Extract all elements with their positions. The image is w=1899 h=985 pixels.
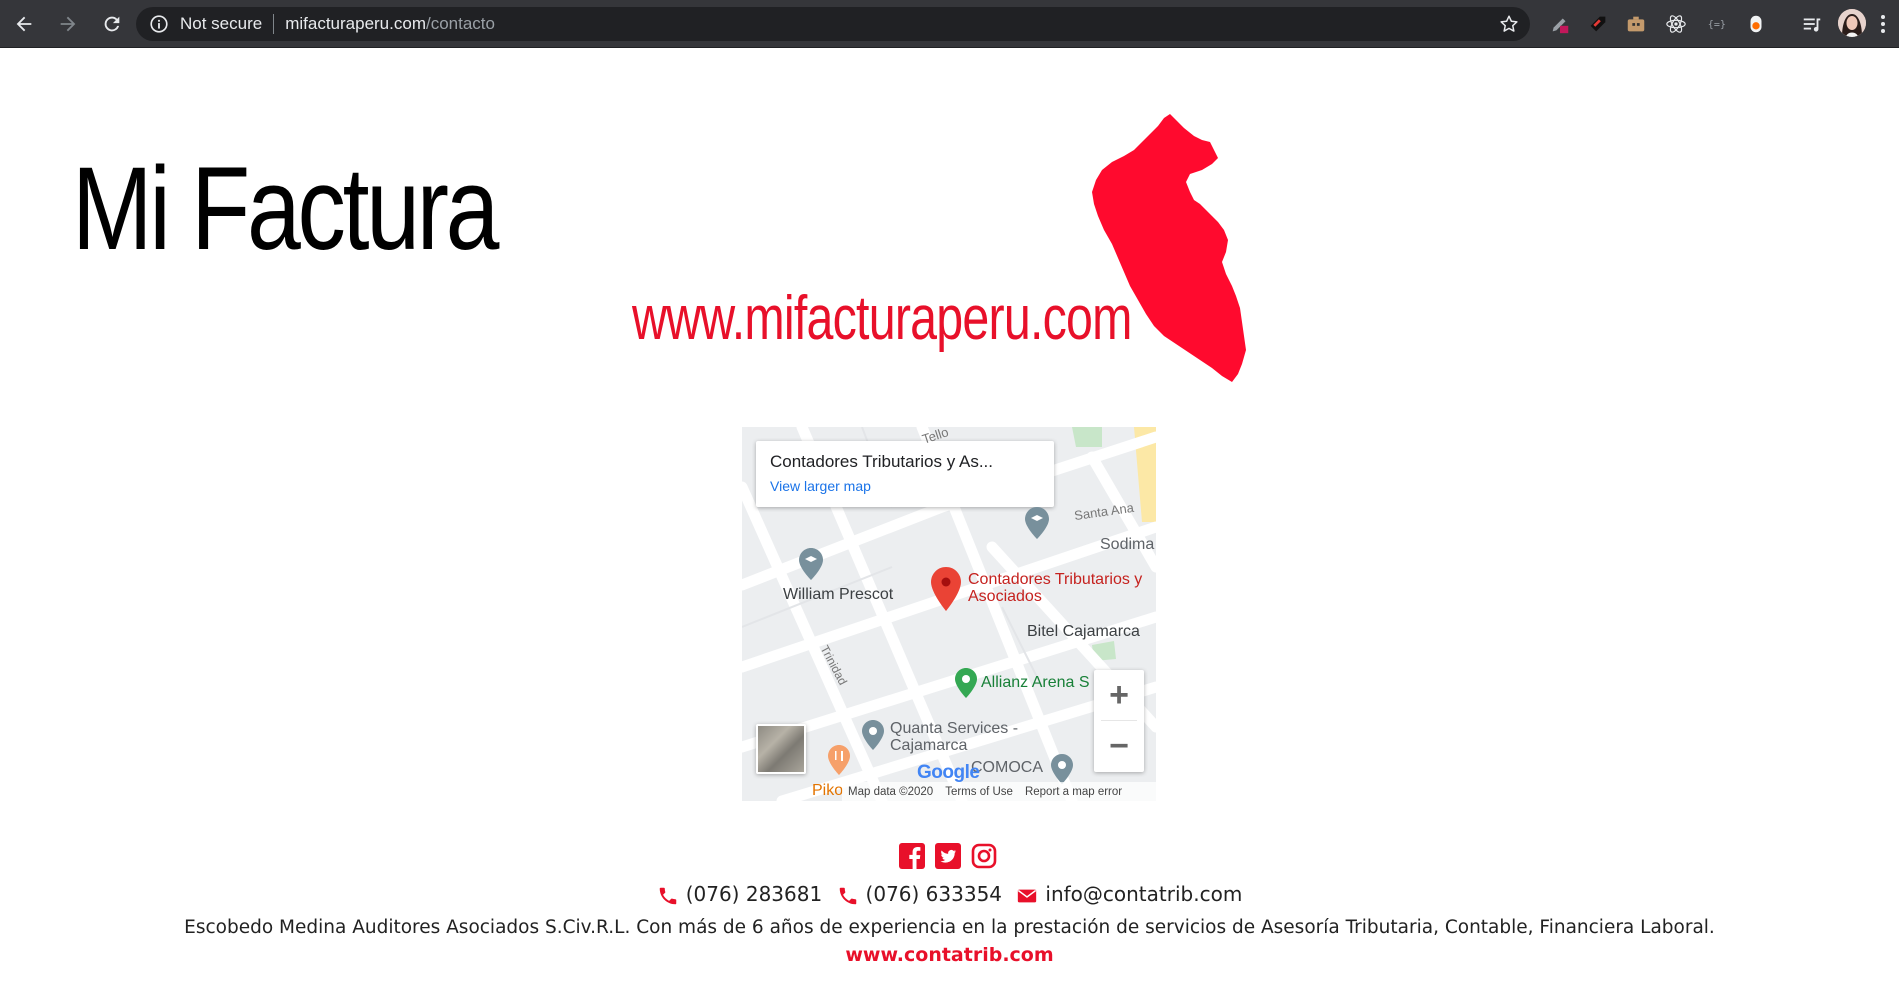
google-map[interactable]: Contadores Tributarios y As... View larg… xyxy=(742,427,1156,801)
address-divider xyxy=(273,14,275,34)
email-text: info@contatrib.com xyxy=(1045,882,1243,906)
place-label-piko: Piko xyxy=(812,782,844,799)
view-larger-map-link[interactable]: View larger map xyxy=(770,478,1040,494)
facebook-icon[interactable] xyxy=(898,842,926,870)
map-data-text: Map data ©2020 xyxy=(848,785,934,798)
extension-briefcase-icon[interactable] xyxy=(1624,12,1648,36)
report-map-error-link[interactable]: Report a map error xyxy=(1025,786,1122,798)
business-pin-icon[interactable] xyxy=(1051,754,1073,784)
phone-2-text: (076) 633354 xyxy=(865,882,1003,906)
reload-button[interactable] xyxy=(92,4,132,44)
school-pin-icon[interactable] xyxy=(1025,507,1049,539)
phone-1[interactable]: (076) 283681 xyxy=(657,882,822,906)
location-pin-icon[interactable] xyxy=(931,567,961,611)
phone-2[interactable]: (076) 633354 xyxy=(837,882,1002,906)
company-description: Escobedo Medina Auditores Asociados S.Ci… xyxy=(184,917,1715,938)
reload-icon xyxy=(104,16,120,31)
back-button[interactable] xyxy=(4,4,44,44)
google-logo: Google xyxy=(917,762,980,783)
extension-red-tag-icon[interactable] xyxy=(1586,12,1610,36)
extension-react-icon[interactable] xyxy=(1664,12,1688,36)
info-icon[interactable] xyxy=(148,13,170,35)
media-control-icon[interactable] xyxy=(1800,12,1824,36)
extension-orange-icon[interactable] xyxy=(1744,12,1768,36)
arrow-right-icon xyxy=(60,16,76,31)
satellite-toggle[interactable] xyxy=(756,724,806,774)
bookmark-star-icon[interactable] xyxy=(1498,13,1520,35)
more-menu-icon[interactable] xyxy=(1876,12,1890,36)
sports-pin-icon[interactable] xyxy=(955,668,977,698)
forward-button[interactable] xyxy=(48,4,88,44)
profile-avatar[interactable] xyxy=(1838,9,1866,37)
company-website-link[interactable]: www.contatrib.com xyxy=(0,944,1899,966)
url-host: mifacturaperu.com xyxy=(285,14,426,33)
address-bar[interactable]: Not secure mifacturaperu.com/contacto xyxy=(136,7,1530,41)
place-label-quanta: Quanta Services - Cajamarca xyxy=(890,720,1019,754)
place-label-sodima: Sodima xyxy=(1100,536,1155,553)
peru-map-icon xyxy=(1092,114,1246,382)
phone-icon xyxy=(659,887,676,904)
contact-info: (076) 283681 (076) 633354 info@contatrib… xyxy=(0,882,1899,907)
twitter-icon[interactable] xyxy=(934,842,962,870)
place-label-main: Contadores Tributarios y Asociados xyxy=(968,571,1143,605)
extension-pen-icon[interactable] xyxy=(1548,12,1572,36)
url-path: /contacto xyxy=(425,14,495,33)
school-pin-icon[interactable] xyxy=(799,548,823,580)
place-label-bitel: Bitel Cajamarca xyxy=(1027,623,1140,640)
place-label-comoca: COMOCA xyxy=(971,759,1043,776)
zoom-out-button[interactable]: − xyxy=(1094,721,1144,771)
security-label: Not secure xyxy=(180,14,263,33)
zoom-controls: + − xyxy=(1094,670,1144,772)
business-pin-icon[interactable] xyxy=(862,720,884,750)
envelope-icon xyxy=(1018,889,1037,902)
arrow-left-icon xyxy=(16,16,32,31)
map-attribution: Map data ©2020 Terms of Use Report a map… xyxy=(842,782,1156,801)
phone-icon xyxy=(839,887,856,904)
place-label-allianz: Allianz Arena S xyxy=(981,674,1090,691)
place-card-title: Contadores Tributarios y As... xyxy=(770,452,993,471)
svg-text:{=}: {=} xyxy=(1708,20,1726,31)
logo-title: Mi Factura xyxy=(72,143,500,275)
place-label-william-prescot: William Prescot xyxy=(783,586,894,603)
social-links xyxy=(898,842,998,870)
zoom-in-button[interactable]: + xyxy=(1094,670,1144,720)
logo-website: www.mifacturaperu.com xyxy=(632,284,1132,353)
browser-toolbar: Not secure mifacturaperu.com/contacto {=… xyxy=(0,0,1899,48)
place-card: Contadores Tributarios y As... View larg… xyxy=(756,441,1054,507)
terms-link[interactable]: Terms of Use xyxy=(945,786,1013,798)
email[interactable]: info@contatrib.com xyxy=(1016,882,1242,906)
url-text[interactable]: mifacturaperu.com/contacto xyxy=(285,14,495,34)
extension-brackets-icon[interactable]: {=} xyxy=(1704,12,1728,36)
instagram-icon[interactable] xyxy=(970,842,998,870)
restaurant-pin-icon[interactable] xyxy=(828,745,850,775)
phone-1-text: (076) 283681 xyxy=(685,882,823,906)
